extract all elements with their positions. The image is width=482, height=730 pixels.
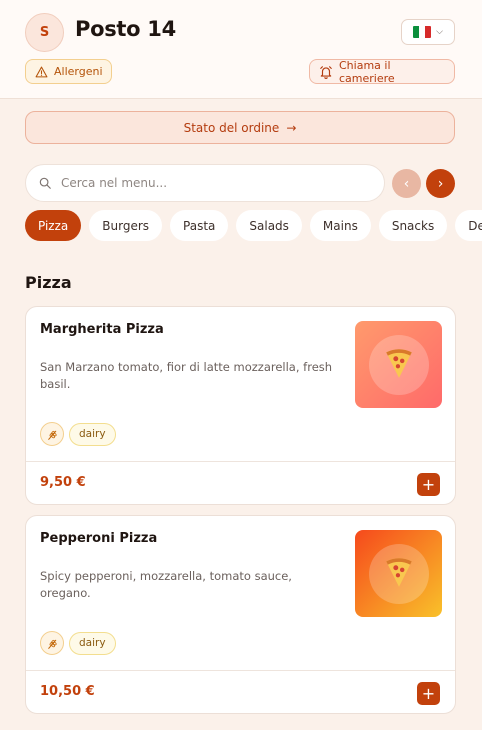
item-tags: dairy xyxy=(40,631,116,655)
bell-icon xyxy=(320,65,332,79)
item-price: 10,50 € xyxy=(40,684,95,699)
tab-pizza[interactable]: Pizza xyxy=(25,210,82,241)
chevron-right-icon: › xyxy=(437,175,444,192)
item-tags: dairy xyxy=(40,422,116,446)
warning-icon xyxy=(35,66,48,77)
call-waiter-label: Chiama il cameriere xyxy=(339,58,395,85)
call-waiter-button[interactable]: Chiama il cameriere xyxy=(309,58,455,85)
search-input[interactable] xyxy=(61,176,351,190)
tab-pasta[interactable]: Pasta xyxy=(170,210,229,241)
order-status-label: Stato del ordine xyxy=(183,120,280,135)
item-image xyxy=(355,530,442,617)
search-icon xyxy=(39,177,51,189)
category-next-button[interactable]: › xyxy=(426,169,455,198)
category-prev-button[interactable]: ‹ xyxy=(392,169,421,198)
italy-flag-icon xyxy=(413,26,432,38)
item-name: Pepperoni Pizza xyxy=(40,531,158,546)
tab-burgers[interactable]: Burgers xyxy=(89,210,163,241)
arrow-right-icon: → xyxy=(286,120,297,135)
tab-desserts[interactable]: Desserts xyxy=(455,210,482,241)
item-image xyxy=(355,321,442,408)
chevron-left-icon: ‹ xyxy=(403,175,410,192)
tab-salads[interactable]: Salads xyxy=(236,210,302,241)
language-selector[interactable]: ⌵ xyxy=(401,19,455,45)
avatar[interactable]: S xyxy=(25,13,64,52)
item-description: Spicy pepperoni, mozzarella, tomato sauc… xyxy=(40,569,292,600)
divider xyxy=(26,670,455,671)
add-to-cart-button[interactable]: + xyxy=(417,682,440,705)
dairy-tag: dairy xyxy=(69,422,116,446)
page-title: Posto 14 xyxy=(75,17,176,41)
item-price: 9,50 € xyxy=(40,475,86,490)
pizza-icon xyxy=(382,346,416,384)
gluten-icon xyxy=(40,631,64,655)
divider xyxy=(26,461,455,462)
pizza-icon xyxy=(382,555,416,593)
tab-snacks[interactable]: Snacks xyxy=(378,210,448,241)
section-title: Pizza xyxy=(25,273,72,292)
gluten-icon xyxy=(40,422,64,446)
item-description: San Marzano tomato, fior di latte mozzar… xyxy=(40,360,333,391)
menu-item-card[interactable]: Margherita Pizza San Marzano tomato, fio… xyxy=(25,306,456,505)
dairy-tag: dairy xyxy=(69,631,116,655)
order-status-button[interactable]: Stato del ordine → xyxy=(25,111,455,144)
add-to-cart-button[interactable]: + xyxy=(417,473,440,496)
item-name: Margherita Pizza xyxy=(40,322,164,337)
allergens-button[interactable]: Allergeni xyxy=(25,59,112,84)
category-tabs: Pizza Burgers Pasta Salads Mains Snacks … xyxy=(25,210,482,241)
search-bar xyxy=(25,164,385,202)
menu-item-card[interactable]: Pepperoni Pizza Spicy pepperoni, mozzare… xyxy=(25,515,456,714)
header: S Posto 14 ⌵ Allergeni Chiama il camerie… xyxy=(0,0,482,99)
chevron-down-icon: ⌵ xyxy=(436,27,443,37)
allergens-label: Allergeni xyxy=(54,65,103,78)
tab-mains[interactable]: Mains xyxy=(309,210,371,241)
